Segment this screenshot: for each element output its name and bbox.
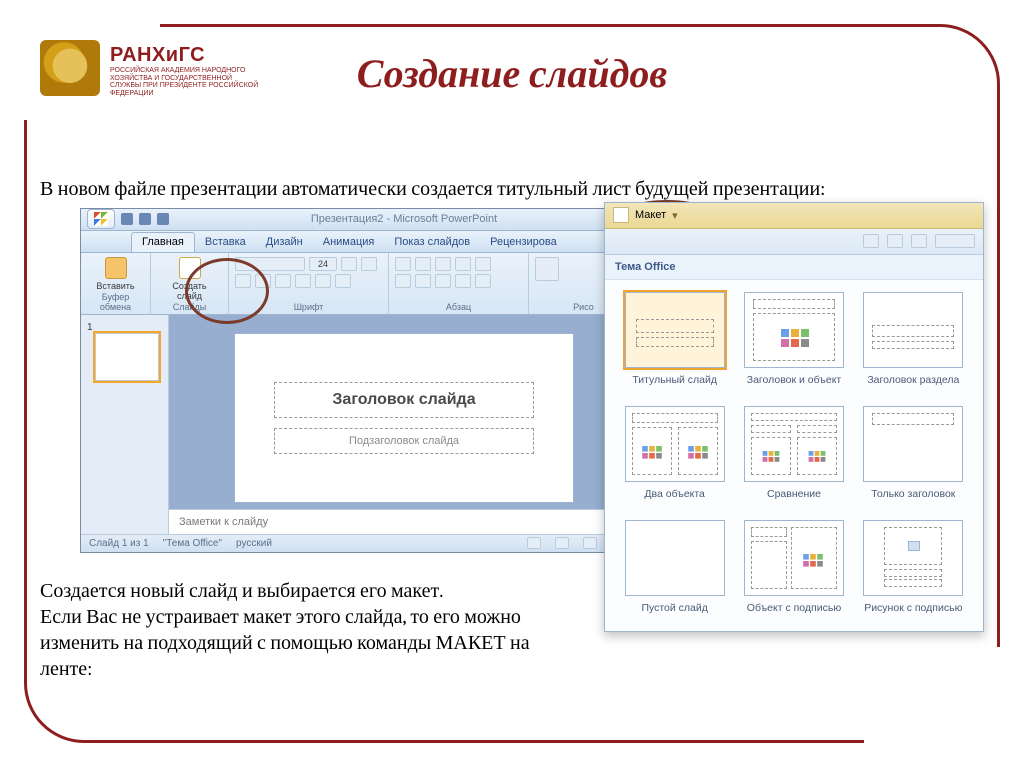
toolbar-icon[interactable]	[887, 234, 903, 248]
redo-icon[interactable]	[157, 213, 169, 225]
paste-label: Вставить	[96, 281, 134, 291]
numbering-icon[interactable]	[415, 257, 431, 271]
quick-access-toolbar[interactable]	[121, 213, 169, 225]
clipboard-icon	[105, 257, 127, 279]
layout-option-two-content[interactable]: Два объекта	[619, 406, 730, 512]
layout-button-bar: Макет ▾	[605, 203, 983, 229]
toolbar-icon[interactable]	[911, 234, 927, 248]
font-group-label: Шрифт	[235, 302, 382, 312]
slide-canvas[interactable]: Заголовок слайда Подзаголовок слайда	[234, 333, 574, 503]
sorter-view-icon[interactable]	[555, 537, 569, 549]
layout-gallery-popup: Макет ▾ Тема Office Титульный слайд	[604, 202, 984, 632]
layout-icon	[613, 207, 629, 223]
underline-icon[interactable]	[275, 274, 291, 288]
slide-canvas-area: Заголовок слайда Подзаголовок слайда Зам…	[169, 315, 639, 534]
shrink-font-icon[interactable]	[361, 257, 377, 271]
gallery-grid: Титульный слайд Заголовок и объект	[605, 280, 983, 630]
toolbar-icon[interactable]	[935, 234, 975, 248]
status-slide-count: Слайд 1 из 1	[89, 538, 149, 549]
office-button[interactable]	[87, 209, 115, 229]
status-language: русский	[236, 538, 272, 549]
layout-option-comparison[interactable]: Сравнение	[738, 406, 849, 512]
new-slide-label: Создать слайд	[172, 281, 206, 301]
bold-icon[interactable]	[235, 274, 251, 288]
align-center-icon[interactable]	[415, 274, 431, 288]
gallery-toolbar	[605, 229, 983, 255]
layout-caption: Только заголовок	[871, 488, 955, 512]
layout-caption: Сравнение	[767, 488, 821, 512]
ribbon-tabs: Главная Вставка Дизайн Анимация Показ сл…	[81, 231, 639, 253]
slides-group-label: Слайды	[157, 302, 222, 312]
justify-icon[interactable]	[455, 274, 471, 288]
new-slide-button[interactable]: Создать слайд	[157, 257, 222, 301]
layout-button[interactable]: Макет	[635, 209, 666, 221]
tab-review[interactable]: Рецензирова	[480, 233, 567, 252]
office-logo-icon	[94, 212, 108, 226]
save-icon[interactable]	[121, 213, 133, 225]
shapes-icon[interactable]	[535, 257, 559, 281]
tab-insert[interactable]: Вставка	[195, 233, 256, 252]
title-placeholder[interactable]: Заголовок слайда	[274, 382, 534, 418]
font-family-dropdown[interactable]	[235, 257, 305, 271]
indent-right-icon[interactable]	[455, 257, 471, 271]
status-theme: "Тема Office"	[163, 538, 222, 549]
shadow-icon[interactable]	[315, 274, 331, 288]
paragraph-2: Создается новый слайд и выбирается его м…	[40, 578, 580, 682]
chevron-down-icon: ▾	[672, 209, 678, 222]
layout-caption: Титульный слайд	[632, 374, 717, 398]
layout-caption: Объект с подписью	[747, 602, 841, 626]
italic-icon[interactable]	[255, 274, 271, 288]
undo-icon[interactable]	[139, 213, 151, 225]
indent-left-icon[interactable]	[435, 257, 451, 271]
ribbon: Вставить Буфер обмена Создать слайд Слай…	[81, 253, 639, 315]
layout-caption: Рисунок с подписью	[864, 602, 962, 626]
paste-button[interactable]: Вставить	[87, 257, 144, 291]
paragraph-1: В новом файле презентации автоматически …	[40, 176, 984, 202]
layout-caption: Заголовок и объект	[747, 374, 842, 398]
layout-option-content-caption[interactable]: Объект с подписью	[738, 520, 849, 626]
layout-option-title-slide[interactable]: Титульный слайд	[619, 292, 730, 398]
columns-icon[interactable]	[475, 274, 491, 288]
slideshow-view-icon[interactable]	[583, 537, 597, 549]
gallery-header: Тема Office	[605, 255, 983, 280]
layout-option-title-content[interactable]: Заголовок и объект	[738, 292, 849, 398]
page-title: Создание слайдов	[40, 40, 984, 97]
thumb-number: 1	[87, 322, 93, 333]
tab-slideshow[interactable]: Показ слайдов	[384, 233, 480, 252]
window-title: Презентация2 - Microsoft PowerPoint	[175, 213, 633, 225]
paragraph-group-label: Абзац	[395, 302, 522, 312]
layout-caption: Два объекта	[644, 488, 704, 512]
notes-pane[interactable]: Заметки к слайду	[169, 509, 639, 534]
slide-thumbnail[interactable]	[95, 333, 159, 381]
powerpoint-window: Презентация2 - Microsoft PowerPoint Глав…	[80, 208, 640, 553]
picture-icon	[908, 541, 920, 551]
statusbar: Слайд 1 из 1 "Тема Office" русский 38%	[81, 534, 639, 552]
pp-titlebar: Презентация2 - Microsoft PowerPoint	[81, 209, 639, 231]
clipboard-group-label: Буфер обмена	[87, 292, 144, 312]
layout-option-section-header[interactable]: Заголовок раздела	[858, 292, 969, 398]
align-right-icon[interactable]	[435, 274, 451, 288]
layout-caption: Заголовок раздела	[867, 374, 959, 398]
bullets-icon[interactable]	[395, 257, 411, 271]
new-slide-icon	[179, 257, 201, 279]
grow-font-icon[interactable]	[341, 257, 357, 271]
font-color-icon[interactable]	[335, 274, 351, 288]
tab-home[interactable]: Главная	[131, 232, 195, 252]
layout-option-title-only[interactable]: Только заголовок	[858, 406, 969, 512]
normal-view-icon[interactable]	[527, 537, 541, 549]
font-size-dropdown[interactable]: 24	[309, 257, 337, 271]
layout-option-blank[interactable]: Пустой слайд	[619, 520, 730, 626]
strike-icon[interactable]	[295, 274, 311, 288]
line-spacing-icon[interactable]	[475, 257, 491, 271]
tab-design[interactable]: Дизайн	[256, 233, 313, 252]
subtitle-placeholder[interactable]: Подзаголовок слайда	[274, 428, 534, 454]
layout-caption: Пустой слайд	[641, 602, 707, 626]
toolbar-icon[interactable]	[863, 234, 879, 248]
tab-animation[interactable]: Анимация	[313, 233, 385, 252]
align-left-icon[interactable]	[395, 274, 411, 288]
slide-thumbnails-pane[interactable]: 1	[81, 315, 169, 534]
layout-option-picture-caption[interactable]: Рисунок с подписью	[858, 520, 969, 626]
